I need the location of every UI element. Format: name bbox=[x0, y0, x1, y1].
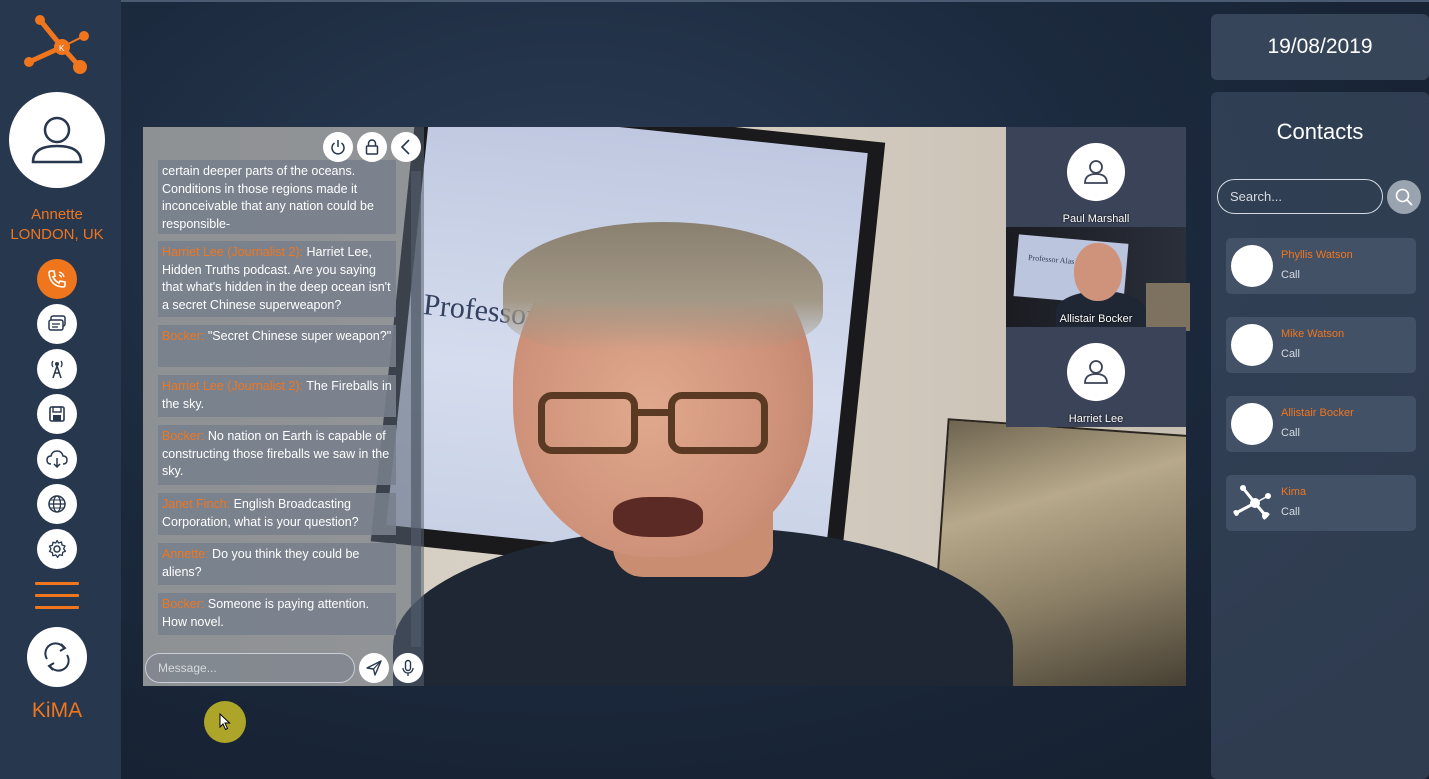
microphone-button[interactable] bbox=[393, 653, 423, 683]
contact-item[interactable]: Phyllis Watson Call bbox=[1226, 238, 1416, 294]
chat-message: certain deeper parts of the oceans. Cond… bbox=[158, 160, 396, 234]
phone-icon bbox=[48, 270, 66, 288]
left-sidebar: K Annette LONDON, UK KiMA bbox=[0, 0, 121, 779]
antenna-icon bbox=[51, 360, 63, 379]
participant-avatar bbox=[1067, 343, 1125, 401]
contact-call-link[interactable]: Call bbox=[1281, 506, 1300, 518]
cloud-icon bbox=[46, 450, 68, 469]
search-icon bbox=[1395, 188, 1413, 206]
chat-message-author: Annette: bbox=[162, 547, 209, 561]
speaker-glasses-right bbox=[668, 392, 768, 454]
microphone-icon bbox=[402, 659, 414, 676]
chat-message-text: "Secret Chinese super weapon?" bbox=[204, 329, 392, 343]
refresh-icon bbox=[44, 642, 70, 672]
power-button[interactable] bbox=[323, 132, 353, 162]
chat-message-text: certain deeper parts of the oceans. Cond… bbox=[162, 164, 374, 231]
mouse-cursor-icon bbox=[219, 713, 231, 731]
user-icon bbox=[1084, 360, 1108, 384]
participant-name: Allistair Bocker bbox=[1059, 313, 1133, 325]
contacts-search-input[interactable]: Search... bbox=[1217, 179, 1383, 214]
chat-message: Janet Finch: English Broadcasting Corpor… bbox=[158, 493, 396, 535]
nav-save-button[interactable] bbox=[37, 394, 77, 434]
contact-call-link[interactable]: Call bbox=[1281, 348, 1300, 360]
chat-message: Harriet Lee (Journalist 2): Harriet Lee,… bbox=[158, 241, 396, 317]
hamburger-menu-icon[interactable] bbox=[35, 582, 79, 612]
globe-icon bbox=[48, 495, 66, 513]
user-info: Annette LONDON, UK bbox=[0, 205, 114, 245]
contact-item[interactable]: Allistair Bocker Call bbox=[1226, 396, 1416, 452]
chat-scrollbar[interactable] bbox=[411, 171, 421, 647]
speaker-glasses-left bbox=[538, 392, 638, 454]
kima-logo[interactable]: K bbox=[22, 14, 92, 78]
chat-icon bbox=[48, 315, 66, 331]
kima-logo-icon bbox=[1233, 485, 1271, 520]
chat-message: Bocker: "Secret Chinese super weapon?" bbox=[158, 325, 396, 367]
chat-message-author: Bocker: bbox=[162, 329, 205, 343]
send-button[interactable] bbox=[359, 653, 389, 683]
user-location: LONDON, UK bbox=[10, 226, 104, 243]
nav-cloud-button[interactable] bbox=[37, 439, 77, 479]
svg-text:K: K bbox=[59, 44, 65, 53]
chat-message-author: Bocker: bbox=[162, 429, 205, 443]
user-icon bbox=[1084, 160, 1108, 184]
chat-panel: certain deeper parts of the oceans. Cond… bbox=[143, 127, 424, 686]
chat-message-author: Harriet Lee (Journalist 2): bbox=[162, 379, 304, 393]
brand-name: KiMA bbox=[31, 699, 83, 722]
lock-icon bbox=[365, 139, 379, 155]
speaker-mouth bbox=[613, 497, 703, 537]
contacts-title: Contacts bbox=[1276, 119, 1364, 144]
participant-avatar bbox=[1067, 143, 1125, 201]
contact-name: Allistair Bocker bbox=[1281, 407, 1354, 419]
speaker-hair bbox=[503, 222, 823, 352]
save-icon bbox=[49, 406, 65, 422]
contact-avatar bbox=[1231, 403, 1273, 445]
message-input[interactable]: Message... bbox=[145, 653, 355, 683]
contact-name: Kima bbox=[1281, 486, 1307, 498]
date-display: 19/08/2019 bbox=[1211, 14, 1429, 80]
chat-message: Bocker: No nation on Earth is capable of… bbox=[158, 425, 396, 485]
contact-call-link[interactable]: Call bbox=[1281, 269, 1300, 281]
contact-call-link[interactable]: Call bbox=[1281, 427, 1300, 439]
nav-broadcast-button[interactable] bbox=[37, 349, 77, 389]
contact-name: Phyllis Watson bbox=[1281, 249, 1353, 261]
collapse-chat-button[interactable] bbox=[391, 132, 421, 162]
chat-message-author: Harriet Lee (Journalist 2): bbox=[162, 245, 304, 259]
nav-chat-button[interactable] bbox=[37, 304, 77, 344]
send-icon bbox=[366, 660, 382, 676]
chat-message: Annette: Do you think they could be alie… bbox=[158, 543, 396, 585]
user-avatar[interactable] bbox=[9, 92, 105, 188]
chevron-left-icon bbox=[400, 139, 410, 155]
participant-name: Paul Marshall bbox=[1062, 213, 1130, 225]
participant-video-head bbox=[1074, 243, 1122, 301]
participant-tile[interactable]: Harriet Lee bbox=[1006, 327, 1186, 427]
nav-calls-button[interactable] bbox=[37, 259, 77, 299]
participant-name: Harriet Lee bbox=[1068, 413, 1124, 425]
chat-message: Bocker: Someone is paying attention. How… bbox=[158, 593, 396, 635]
chat-message-author: Janet Finch: bbox=[162, 497, 231, 511]
contact-avatar bbox=[1231, 245, 1273, 287]
participant-tile[interactable]: Paul Marshall bbox=[1006, 127, 1186, 227]
user-icon bbox=[31, 116, 83, 164]
nav-globe-button[interactable] bbox=[37, 484, 77, 524]
settings-icon bbox=[48, 539, 67, 559]
contacts-panel: Contacts Search... Phyllis Watson Call M… bbox=[1211, 92, 1429, 779]
top-border bbox=[0, 0, 1429, 2]
contact-item[interactable]: Mike Watson Call bbox=[1226, 317, 1416, 373]
refresh-button[interactable] bbox=[27, 627, 87, 687]
lock-button[interactable] bbox=[357, 132, 387, 162]
user-name: Annette bbox=[31, 206, 83, 223]
chat-message-author: Bocker: bbox=[162, 597, 205, 611]
participant-tile[interactable]: Professor Alas Allistair Bocker bbox=[1006, 227, 1190, 331]
chat-message: Harriet Lee (Journalist 2): The Fireball… bbox=[158, 375, 396, 417]
power-icon bbox=[331, 140, 345, 155]
contact-item[interactable]: Kima Call bbox=[1226, 475, 1416, 531]
contact-name: Mike Watson bbox=[1281, 328, 1345, 340]
contacts-search-button[interactable] bbox=[1387, 180, 1421, 214]
contact-avatar bbox=[1231, 324, 1273, 366]
nav-settings-button[interactable] bbox=[37, 529, 77, 569]
chat-messages[interactable]: certain deeper parts of the oceans. Cond… bbox=[158, 127, 396, 637]
speaker-glasses-bridge bbox=[636, 409, 670, 416]
